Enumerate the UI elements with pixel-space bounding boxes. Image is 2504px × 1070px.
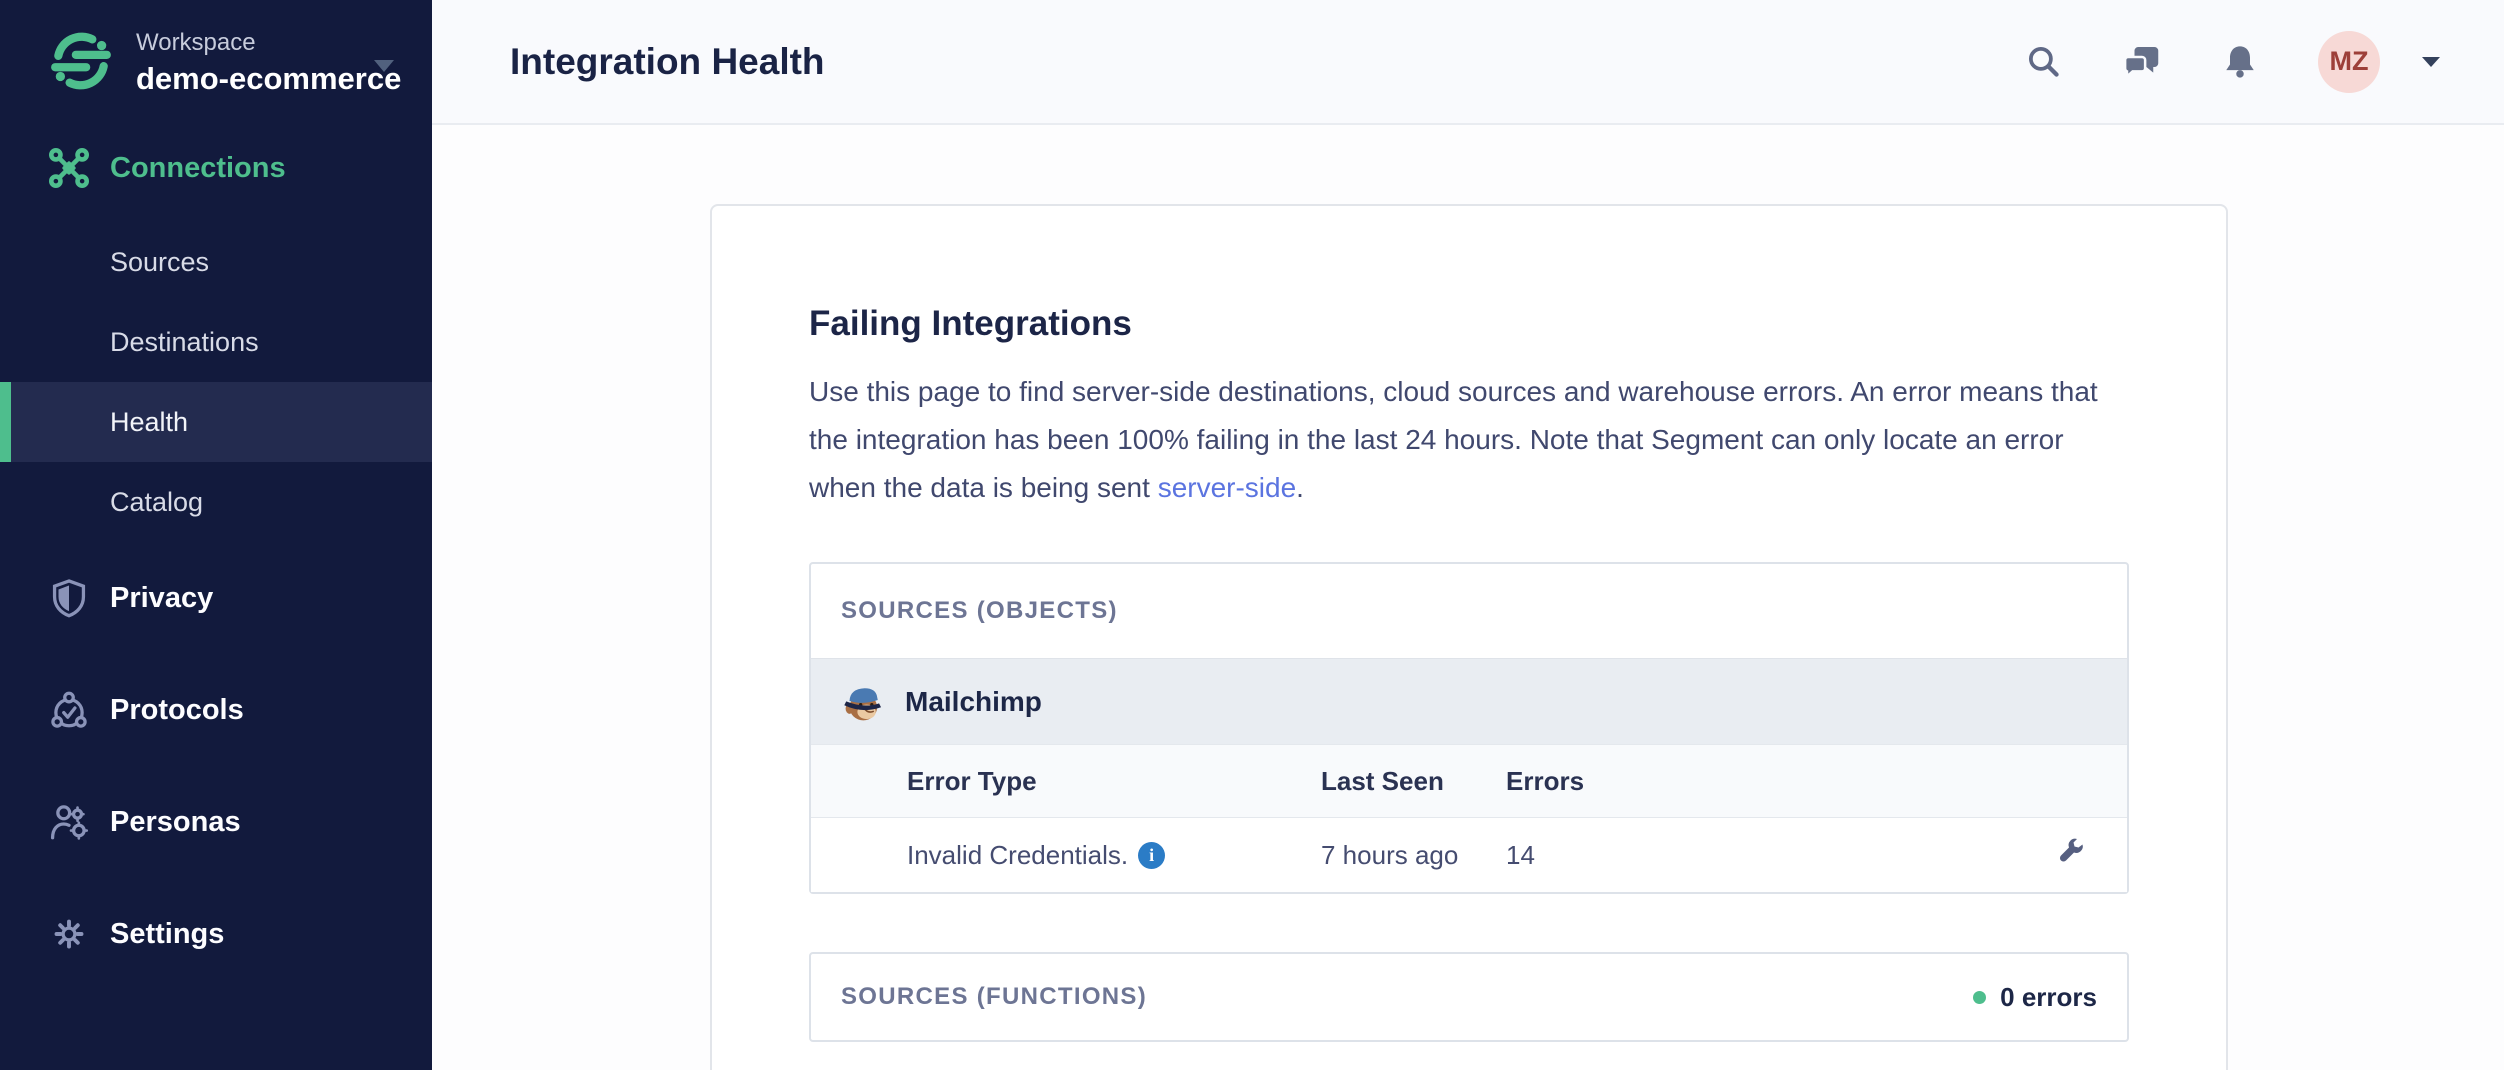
status-text: 0 errors xyxy=(2000,982,2097,1013)
sidebar-item-label: Protocols xyxy=(110,694,244,727)
errors-cell: 14 xyxy=(1506,840,2055,871)
sidebar-sections: Privacy Protocols xyxy=(0,558,432,974)
topbar-actions: MZ xyxy=(2024,31,2442,93)
sidebar-item-sources[interactable]: Sources xyxy=(0,222,432,302)
sidebar-item-label: Settings xyxy=(110,918,224,951)
protocols-icon xyxy=(48,689,90,731)
app-root: Workspace demo-ecommerce xyxy=(0,0,2504,1070)
info-icon[interactable]: i xyxy=(1138,842,1165,869)
chevron-down-icon[interactable] xyxy=(372,58,396,74)
main-column: Integration Health MZ xyxy=(432,0,2504,1070)
shield-icon xyxy=(48,577,90,619)
sidebar-item-destinations[interactable]: Destinations xyxy=(0,302,432,382)
table-header-row: Error Type Last Seen Errors xyxy=(811,744,2127,817)
col-last-seen: Last Seen xyxy=(1321,766,1506,797)
card-description: Use this page to find server-side destin… xyxy=(809,368,2119,512)
sidebar-item-label: Sources xyxy=(110,247,209,278)
bell-icon[interactable] xyxy=(2220,42,2260,82)
segment-logo-icon xyxy=(48,28,114,94)
description-text: Use this page to find server-side destin… xyxy=(809,376,2098,503)
sidebar: Workspace demo-ecommerce xyxy=(0,0,432,1070)
sidebar-item-settings[interactable]: Settings xyxy=(0,894,432,974)
sources-functions-panel: SOURCES (FUNCTIONS) 0 errors xyxy=(809,952,2129,1042)
sidebar-item-label: Connections xyxy=(110,152,286,185)
sidebar-item-protocols[interactable]: Protocols xyxy=(0,670,432,750)
server-side-link[interactable]: server-side xyxy=(1158,472,1296,503)
search-icon[interactable] xyxy=(2024,42,2064,82)
sidebar-item-catalog[interactable]: Catalog xyxy=(0,462,432,542)
status-dot-green xyxy=(1973,991,1986,1004)
page-title: Integration Health xyxy=(510,41,825,83)
sidebar-item-label: Catalog xyxy=(110,487,203,518)
sidebar-item-connections[interactable]: Connections xyxy=(0,122,432,214)
failing-integrations-card: Failing Integrations Use this page to fi… xyxy=(710,204,2228,1070)
last-seen-cell: 7 hours ago xyxy=(1321,840,1506,871)
error-type-cell: Invalid Credentials. i xyxy=(907,840,1321,871)
content-area: Failing Integrations Use this page to fi… xyxy=(432,125,2504,1070)
workspace-label: Workspace xyxy=(136,26,401,60)
sidebar-item-health[interactable]: Health xyxy=(0,382,432,462)
wrench-icon[interactable] xyxy=(2055,836,2087,868)
sidebar-item-label: Destinations xyxy=(110,327,259,358)
card-heading: Failing Integrations xyxy=(809,302,2129,346)
sidebar-item-personas[interactable]: Personas xyxy=(0,782,432,862)
personas-icon xyxy=(48,801,90,843)
sources-functions-title: SOURCES (FUNCTIONS) xyxy=(841,950,1147,1044)
gear-icon xyxy=(48,913,90,955)
top-bar: Integration Health MZ xyxy=(432,0,2504,125)
sidebar-item-label: Privacy xyxy=(110,582,213,615)
workspace-name: demo-ecommerce xyxy=(136,60,401,98)
workspace-switcher[interactable]: Workspace demo-ecommerce xyxy=(0,0,432,122)
connections-icon xyxy=(48,147,90,189)
workspace-text: Workspace demo-ecommerce xyxy=(136,26,401,98)
sidebar-item-label: Personas xyxy=(110,806,241,839)
integration-name: Mailchimp xyxy=(905,686,1042,718)
col-errors: Errors xyxy=(1506,766,2127,797)
chat-icon[interactable] xyxy=(2122,42,2162,82)
sidebar-item-privacy[interactable]: Privacy xyxy=(0,558,432,638)
table-row: Invalid Credentials. i 7 hours ago 14 xyxy=(811,817,2127,892)
sidebar-item-label: Health xyxy=(110,407,188,438)
description-period: . xyxy=(1296,472,1304,503)
mailchimp-logo-icon xyxy=(841,681,883,723)
integration-row-mailchimp[interactable]: Mailchimp xyxy=(811,658,2127,744)
functions-status: 0 errors xyxy=(1973,982,2097,1013)
avatar[interactable]: MZ xyxy=(2318,31,2380,93)
chevron-down-icon[interactable] xyxy=(2420,55,2442,69)
error-type-text: Invalid Credentials. xyxy=(907,840,1128,871)
sources-objects-title: SOURCES (OBJECTS) xyxy=(811,564,2127,658)
row-action xyxy=(2055,836,2127,875)
connections-sub-list: Sources Destinations Health Catalog xyxy=(0,222,432,542)
col-error-type: Error Type xyxy=(907,766,1321,797)
sources-objects-panel: SOURCES (OBJECTS) Mailchimp xyxy=(809,562,2129,894)
